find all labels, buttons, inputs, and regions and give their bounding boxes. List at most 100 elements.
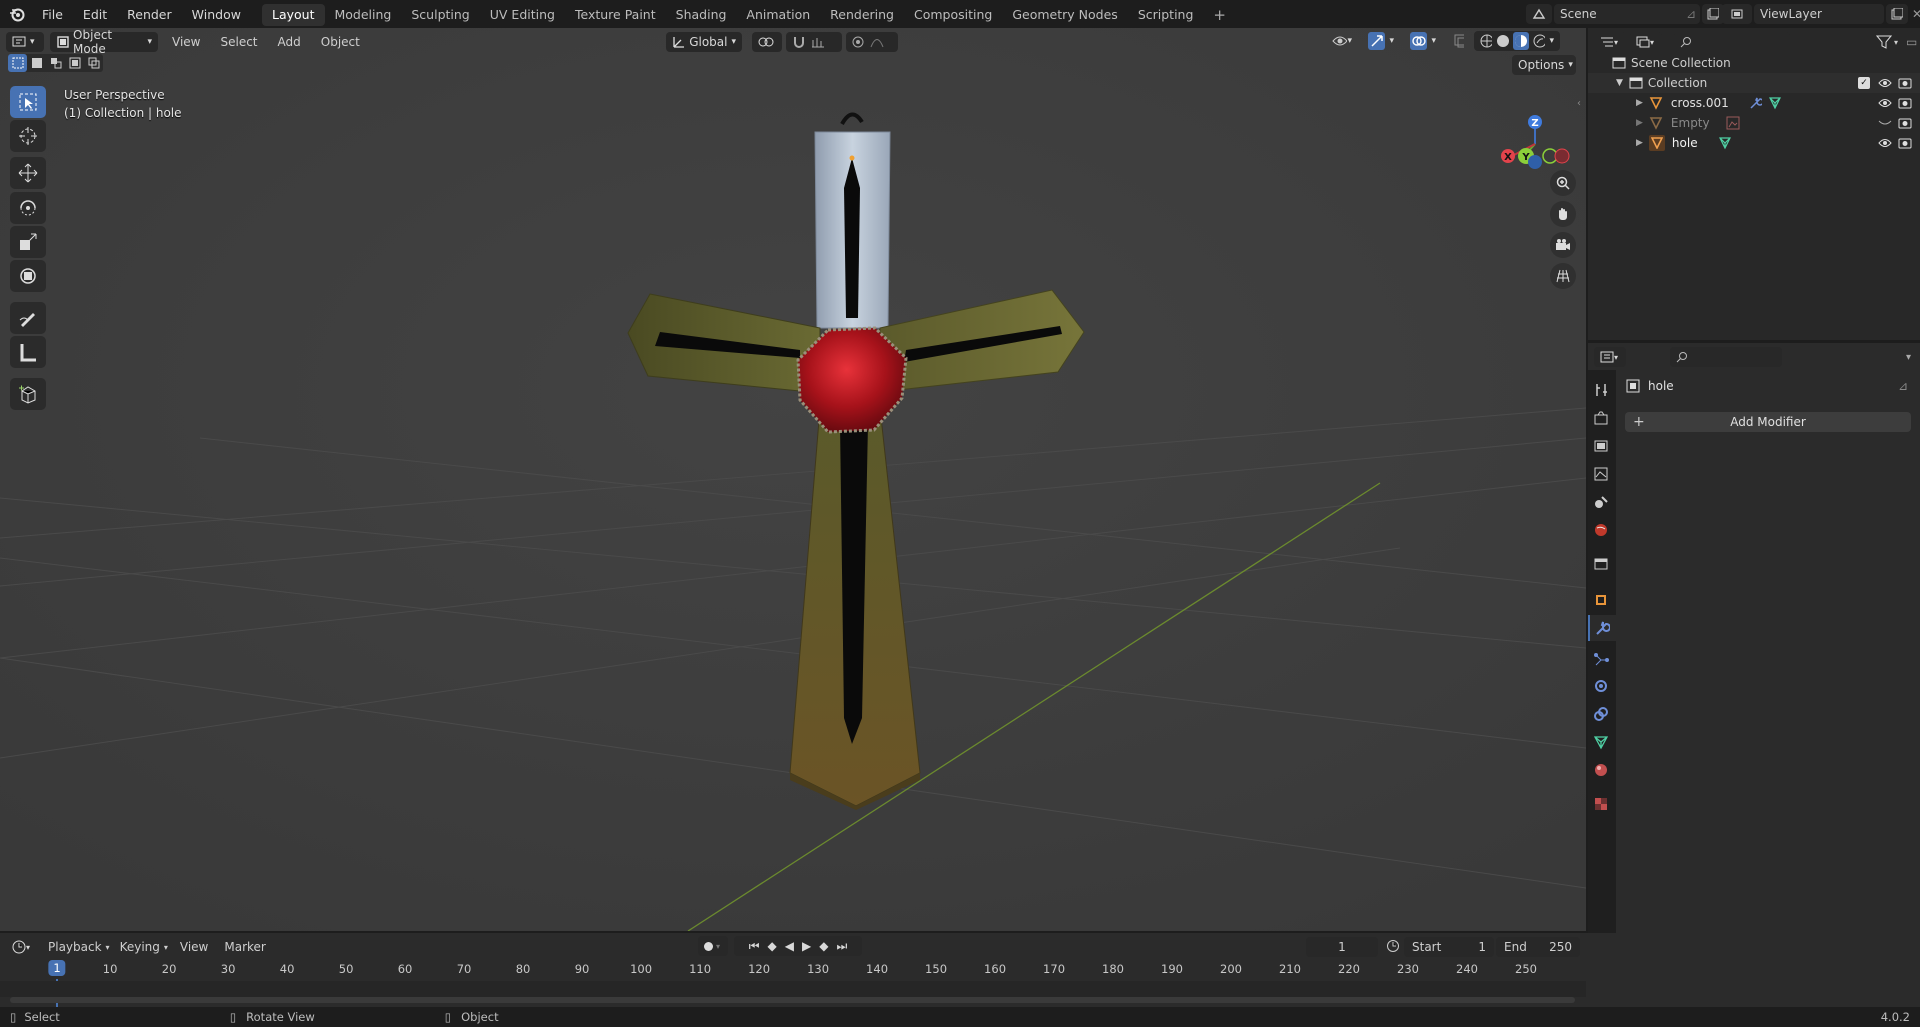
- sidebar-toggle-icon[interactable]: ‹: [1577, 98, 1581, 109]
- menu-edit[interactable]: Edit: [73, 7, 117, 22]
- world-tab-icon[interactable]: [1593, 522, 1609, 541]
- texture-tab-icon[interactable]: [1593, 796, 1609, 815]
- view-layer-icon[interactable]: [1722, 4, 1752, 24]
- rendered-shading-icon[interactable]: [1533, 34, 1546, 48]
- xray-icon[interactable]: [1448, 31, 1470, 51]
- end-frame-field[interactable]: End 250: [1496, 937, 1580, 957]
- measure-tool-icon[interactable]: [10, 336, 46, 368]
- camera-icon[interactable]: [1898, 117, 1912, 129]
- collection-checkbox[interactable]: ✓: [1858, 77, 1870, 89]
- material-tab-icon[interactable]: [1593, 762, 1609, 781]
- move-tool-icon[interactable]: [10, 157, 46, 189]
- expand-arrow-icon[interactable]: ▶: [1636, 138, 1643, 148]
- keyframe-area[interactable]: [0, 981, 1586, 997]
- current-frame-field[interactable]: 1: [1306, 937, 1378, 957]
- play-reverse-icon[interactable]: ◀: [785, 939, 794, 953]
- select-set-icon[interactable]: [8, 54, 27, 72]
- eye-closed-icon[interactable]: [1878, 119, 1892, 127]
- blender-logo-icon[interactable]: [8, 5, 26, 23]
- properties-search-input[interactable]: [1670, 347, 1782, 367]
- physics-tab-icon[interactable]: [1593, 678, 1609, 697]
- tab-layout[interactable]: Layout: [262, 4, 325, 26]
- tab-scripting[interactable]: Scripting: [1128, 4, 1204, 26]
- properties-options-icon[interactable]: ▾: [1906, 352, 1911, 363]
- pivot-icon[interactable]: [752, 32, 782, 52]
- scene-icon[interactable]: [1526, 4, 1552, 24]
- visibility-icon[interactable]: ▾: [1326, 31, 1358, 51]
- outliner-row-collection[interactable]: ▼ Collection ✓: [1588, 73, 1920, 93]
- display-mode-icon[interactable]: ▾: [1630, 32, 1662, 52]
- tab-sculpting[interactable]: Sculpting: [401, 4, 479, 26]
- start-frame-field[interactable]: Start 1: [1404, 937, 1494, 957]
- constraints-tab-icon[interactable]: [1593, 706, 1609, 725]
- pin-icon[interactable]: ⊿: [1686, 7, 1700, 21]
- camera-icon[interactable]: [1898, 77, 1912, 89]
- proportional-edit-icon[interactable]: [846, 32, 898, 52]
- frame-ruler[interactable]: 1 10 20 30 40 50 60 70 80 90 100 110 120 130 140 150 160…: [0, 959, 1586, 1009]
- data-tab-icon[interactable]: [1593, 734, 1609, 753]
- timeline-menu-view[interactable]: View: [180, 940, 208, 954]
- scene-tab-icon[interactable]: [1593, 494, 1609, 513]
- eye-icon[interactable]: [1878, 98, 1892, 108]
- properties-editor-type-icon[interactable]: ▾: [1594, 347, 1626, 367]
- new-scene-icon[interactable]: [1702, 4, 1724, 24]
- orientation-dropdown[interactable]: Global ▾: [666, 32, 742, 52]
- gizmo-neg-x-icon[interactable]: [1554, 148, 1570, 164]
- filter-icon[interactable]: ▾: [1876, 35, 1898, 49]
- outliner-row-hole[interactable]: ▶ hole: [1588, 133, 1920, 153]
- auto-keying-icon[interactable]: ▾: [698, 936, 728, 956]
- camera-view-icon[interactable]: [1550, 232, 1576, 258]
- snap-icon[interactable]: [786, 32, 842, 52]
- tab-uv-editing[interactable]: UV Editing: [480, 4, 565, 26]
- modifiers-tab-icon[interactable]: [1588, 615, 1616, 641]
- annotate-tool-icon[interactable]: [10, 302, 46, 334]
- particles-tab-icon[interactable]: [1593, 652, 1609, 671]
- rotate-tool-icon[interactable]: [10, 192, 46, 224]
- material-shading-icon[interactable]: [1512, 32, 1529, 50]
- outliner-row-empty[interactable]: ▶ Empty: [1588, 113, 1920, 133]
- eye-icon[interactable]: [1878, 138, 1892, 148]
- outliner-editor-type-icon[interactable]: ▾: [1594, 32, 1626, 52]
- timeline-menu-keying[interactable]: Keying: [120, 940, 160, 954]
- pan-hand-icon[interactable]: [1550, 201, 1576, 227]
- select-extend-icon[interactable]: [27, 54, 46, 72]
- timeline-menu-marker[interactable]: Marker: [224, 940, 265, 954]
- zoom-icon[interactable]: [1550, 170, 1576, 196]
- tab-modeling[interactable]: Modeling: [325, 4, 402, 26]
- add-modifier-button[interactable]: + Add Modifier: [1625, 412, 1911, 432]
- perspective-toggle-icon[interactable]: [1550, 263, 1576, 289]
- view-layer-field[interactable]: ViewLayer: [1754, 4, 1884, 24]
- expand-arrow-icon[interactable]: ▶: [1636, 98, 1643, 108]
- viewport-menu-select[interactable]: Select: [220, 35, 257, 49]
- select-invert-icon[interactable]: [65, 54, 84, 72]
- scene-name-field[interactable]: Scene ⊿: [1554, 4, 1700, 24]
- gizmo-toggle-icon[interactable]: ▾: [1362, 31, 1400, 51]
- viewport-menu-object[interactable]: Object: [321, 35, 360, 49]
- scale-tool-icon[interactable]: [10, 226, 46, 258]
- expand-arrow-icon[interactable]: ▶: [1636, 118, 1643, 128]
- collapse-arrow-icon[interactable]: ▼: [1616, 78, 1623, 88]
- select-box-tool-icon[interactable]: [10, 86, 46, 118]
- outliner-search-input[interactable]: [1674, 32, 1790, 52]
- render-tab-icon[interactable]: [1593, 410, 1609, 429]
- add-cube-tool-icon[interactable]: [10, 378, 46, 410]
- eye-icon[interactable]: [1878, 78, 1892, 88]
- mode-dropdown[interactable]: Object Mode ▾: [50, 28, 158, 56]
- tool-settings-tab-icon[interactable]: [1593, 382, 1609, 401]
- pin-icon[interactable]: ⊿: [1898, 379, 1908, 393]
- play-icon[interactable]: ▶: [802, 939, 811, 953]
- current-frame-marker[interactable]: 1: [48, 960, 66, 976]
- collection-tab-icon[interactable]: [1593, 556, 1609, 575]
- viewport-menu-view[interactable]: View: [172, 35, 200, 49]
- tab-animation[interactable]: Animation: [736, 4, 820, 26]
- preview-range-icon[interactable]: [1386, 939, 1400, 956]
- menu-window[interactable]: Window: [182, 7, 251, 22]
- menu-file[interactable]: File: [32, 7, 73, 22]
- outliner-row-scene-collection[interactable]: Scene Collection: [1588, 53, 1920, 73]
- jump-keyframe-back-icon[interactable]: ◆: [768, 939, 777, 953]
- select-subtract-icon[interactable]: [46, 54, 65, 72]
- add-workspace-button[interactable]: +: [1203, 4, 1236, 26]
- options-dropdown[interactable]: Options ▾: [1512, 55, 1576, 75]
- tab-texture-paint[interactable]: Texture Paint: [565, 4, 666, 26]
- solid-shading-icon[interactable]: [1496, 34, 1509, 48]
